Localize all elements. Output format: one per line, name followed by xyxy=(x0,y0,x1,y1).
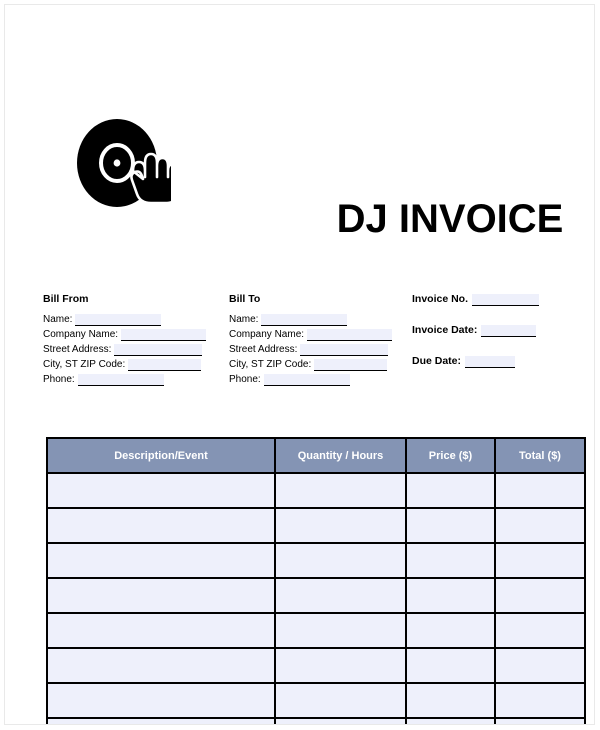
table-row xyxy=(46,682,586,719)
cell-quantity[interactable] xyxy=(274,717,407,724)
invoice-number-label: Invoice No. xyxy=(412,293,469,305)
bill-to-phone-input[interactable] xyxy=(263,374,350,386)
table-row xyxy=(46,612,586,649)
bill-from-phone-label: Phone: xyxy=(43,374,75,385)
table-row xyxy=(46,647,586,684)
cell-description[interactable] xyxy=(46,577,276,614)
bill-to-city-label: City, ST ZIP Code: xyxy=(229,359,312,370)
bill-from-section: Bill From Name: Company Name: Street Add… xyxy=(43,293,218,386)
cell-total[interactable] xyxy=(494,577,586,614)
cell-total[interactable] xyxy=(494,717,586,724)
cell-quantity[interactable] xyxy=(274,647,407,684)
line-items-body xyxy=(46,472,586,724)
bill-to-section: Bill To Name: Company Name: Street Addre… xyxy=(229,293,404,386)
cell-quantity[interactable] xyxy=(274,472,407,509)
bill-from-street-label: Street Address: xyxy=(43,344,112,355)
cell-price[interactable] xyxy=(405,682,496,719)
bill-from-name-label: Name: xyxy=(43,314,73,325)
table-row xyxy=(46,717,586,724)
column-header-total: Total ($) xyxy=(494,437,586,474)
bill-to-name-row: Name: xyxy=(229,311,404,326)
invoice-number-input[interactable] xyxy=(472,294,540,306)
cell-description[interactable] xyxy=(46,647,276,684)
invoice-meta-section: Invoice No. Invoice Date: Due Date: xyxy=(412,291,577,384)
cell-quantity[interactable] xyxy=(274,542,407,579)
cell-quantity[interactable] xyxy=(274,612,407,649)
bill-from-phone-row: Phone: xyxy=(43,371,218,386)
bill-from-street-input[interactable] xyxy=(114,344,203,356)
cell-description[interactable] xyxy=(46,542,276,579)
bill-to-name-label: Name: xyxy=(229,314,259,325)
table-row xyxy=(46,577,586,614)
column-header-price: Price ($) xyxy=(405,437,496,474)
bill-from-company-input[interactable] xyxy=(121,329,207,341)
bill-to-name-input[interactable] xyxy=(261,314,348,326)
bill-from-phone-input[interactable] xyxy=(77,374,164,386)
bill-from-city-input[interactable] xyxy=(128,359,202,371)
cell-total[interactable] xyxy=(494,612,586,649)
table-row xyxy=(46,507,586,544)
bill-from-street-row: Street Address: xyxy=(43,341,218,356)
cell-price[interactable] xyxy=(405,542,496,579)
cell-total[interactable] xyxy=(494,542,586,579)
due-date-input[interactable] xyxy=(465,356,516,368)
bill-to-city-input[interactable] xyxy=(314,359,388,371)
invoice-date-input[interactable] xyxy=(481,325,537,337)
bill-to-street-label: Street Address: xyxy=(229,344,298,355)
cell-quantity[interactable] xyxy=(274,577,407,614)
bill-from-company-label: Company Name: xyxy=(43,329,119,340)
bill-to-heading: Bill To xyxy=(229,293,261,305)
bill-to-street-input[interactable] xyxy=(300,344,389,356)
column-header-description: Description/Event xyxy=(46,437,276,474)
bill-to-phone-row: Phone: xyxy=(229,371,404,386)
cell-description[interactable] xyxy=(46,472,276,509)
cell-total[interactable] xyxy=(494,507,586,544)
bill-from-name-row: Name: xyxy=(43,311,218,326)
cell-quantity[interactable] xyxy=(274,507,407,544)
cell-description[interactable] xyxy=(46,717,276,724)
cell-description[interactable] xyxy=(46,682,276,719)
invoice-page: DJ INVOICE Bill From Name: Company Name:… xyxy=(4,4,595,725)
page-title: DJ INVOICE xyxy=(336,197,564,241)
cell-quantity[interactable] xyxy=(274,682,407,719)
table-row xyxy=(46,472,586,509)
line-items-table: Description/Event Quantity / Hours Price… xyxy=(46,437,586,724)
bill-from-city-label: City, ST ZIP Code: xyxy=(43,359,126,370)
vinyl-record-dj-hand-icon xyxy=(75,117,171,209)
table-header-row: Description/Event Quantity / Hours Price… xyxy=(46,437,586,474)
cell-total[interactable] xyxy=(494,682,586,719)
column-header-quantity: Quantity / Hours xyxy=(274,437,407,474)
cell-total[interactable] xyxy=(494,647,586,684)
due-date-label: Due Date: xyxy=(412,355,462,367)
cell-price[interactable] xyxy=(405,577,496,614)
due-date-row: Due Date: xyxy=(412,353,577,368)
cell-price[interactable] xyxy=(405,647,496,684)
invoice-date-row: Invoice Date: xyxy=(412,322,577,337)
cell-price[interactable] xyxy=(405,472,496,509)
table-row xyxy=(46,542,586,579)
bill-from-name-input[interactable] xyxy=(75,314,162,326)
invoice-date-label: Invoice Date: xyxy=(412,324,478,336)
cell-price[interactable] xyxy=(405,612,496,649)
bill-to-phone-label: Phone: xyxy=(229,374,261,385)
cell-price[interactable] xyxy=(405,717,496,724)
cell-description[interactable] xyxy=(46,612,276,649)
cell-description[interactable] xyxy=(46,507,276,544)
bill-to-street-row: Street Address: xyxy=(229,341,404,356)
bill-from-heading: Bill From xyxy=(43,293,89,305)
invoice-number-row: Invoice No. xyxy=(412,291,577,306)
cell-total[interactable] xyxy=(494,472,586,509)
bill-from-city-row: City, ST ZIP Code: xyxy=(43,356,218,371)
bill-to-company-input[interactable] xyxy=(307,329,393,341)
bill-to-city-row: City, ST ZIP Code: xyxy=(229,356,404,371)
bill-to-company-row: Company Name: xyxy=(229,326,404,341)
cell-price[interactable] xyxy=(405,507,496,544)
bill-to-company-label: Company Name: xyxy=(229,329,305,340)
bill-from-company-row: Company Name: xyxy=(43,326,218,341)
